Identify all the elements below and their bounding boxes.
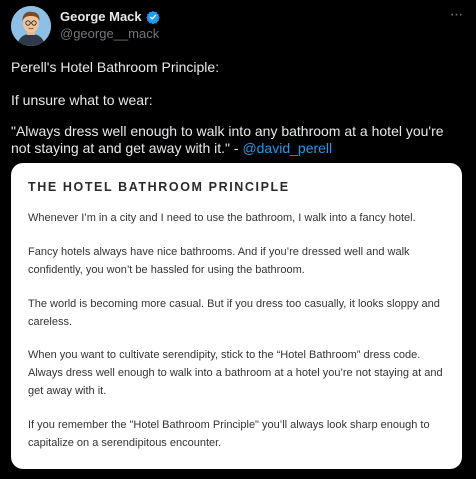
card-line: capitalize on a serendipitous encounter. <box>28 437 222 449</box>
tweet-text-line1: Perell's Hotel Bathroom Principle: <box>11 59 220 75</box>
card-line: Fancy hotels always have nice bathrooms.… <box>28 246 410 258</box>
author-display-name[interactable]: George Mack <box>60 9 142 24</box>
card-line: confidently, you won’t be hassled for us… <box>28 264 305 276</box>
card-line: get away with it. <box>28 385 107 397</box>
more-options-icon[interactable]: ··· <box>445 7 467 24</box>
author-name-row[interactable]: George Mack <box>60 9 160 24</box>
verified-badge-icon <box>145 10 160 24</box>
tweet-text-line2: If unsure what to wear: <box>11 92 153 108</box>
card-line: Whenever I’m in a city and I need to use… <box>28 212 416 224</box>
card-paragraph-4: When you want to cultivate serendipity, … <box>28 346 448 400</box>
card-title: THE HOTEL BATHROOM PRINCIPLE <box>28 180 290 194</box>
tweet-quote-text: not staying at and get away with it." - <box>11 140 243 156</box>
avatar-portrait-icon <box>11 6 51 46</box>
card-paragraph-1: Whenever I’m in a city and I need to use… <box>28 209 448 227</box>
card-line: If you remember the "Hotel Bathroom Prin… <box>28 419 430 431</box>
card-line: The world is becoming more casual. But i… <box>28 298 440 310</box>
card-line: careless. <box>28 316 73 328</box>
tweet: George Mack @george__mack ··· Perell's H… <box>0 0 476 479</box>
card-line: Always dress well enough to walk into a … <box>28 367 443 379</box>
card-paragraph-2: Fancy hotels always have nice bathrooms.… <box>28 243 448 279</box>
card-line: When you want to cultivate serendipity, … <box>28 349 421 361</box>
tweet-quote-line2: not staying at and get away with it." - … <box>11 139 461 157</box>
avatar[interactable] <box>11 6 51 46</box>
tweet-quote-line1: "Always dress well enough to walk into a… <box>11 123 444 139</box>
card-paragraph-5: If you remember the "Hotel Bathroom Prin… <box>28 416 448 452</box>
card-paragraph-3: The world is becoming more casual. But i… <box>28 295 448 331</box>
attached-image-card[interactable]: THE HOTEL BATHROOM PRINCIPLE Whenever I’… <box>11 163 462 469</box>
mention-link[interactable]: @david_perell <box>242 140 332 156</box>
author-handle[interactable]: @george__mack <box>60 26 159 41</box>
